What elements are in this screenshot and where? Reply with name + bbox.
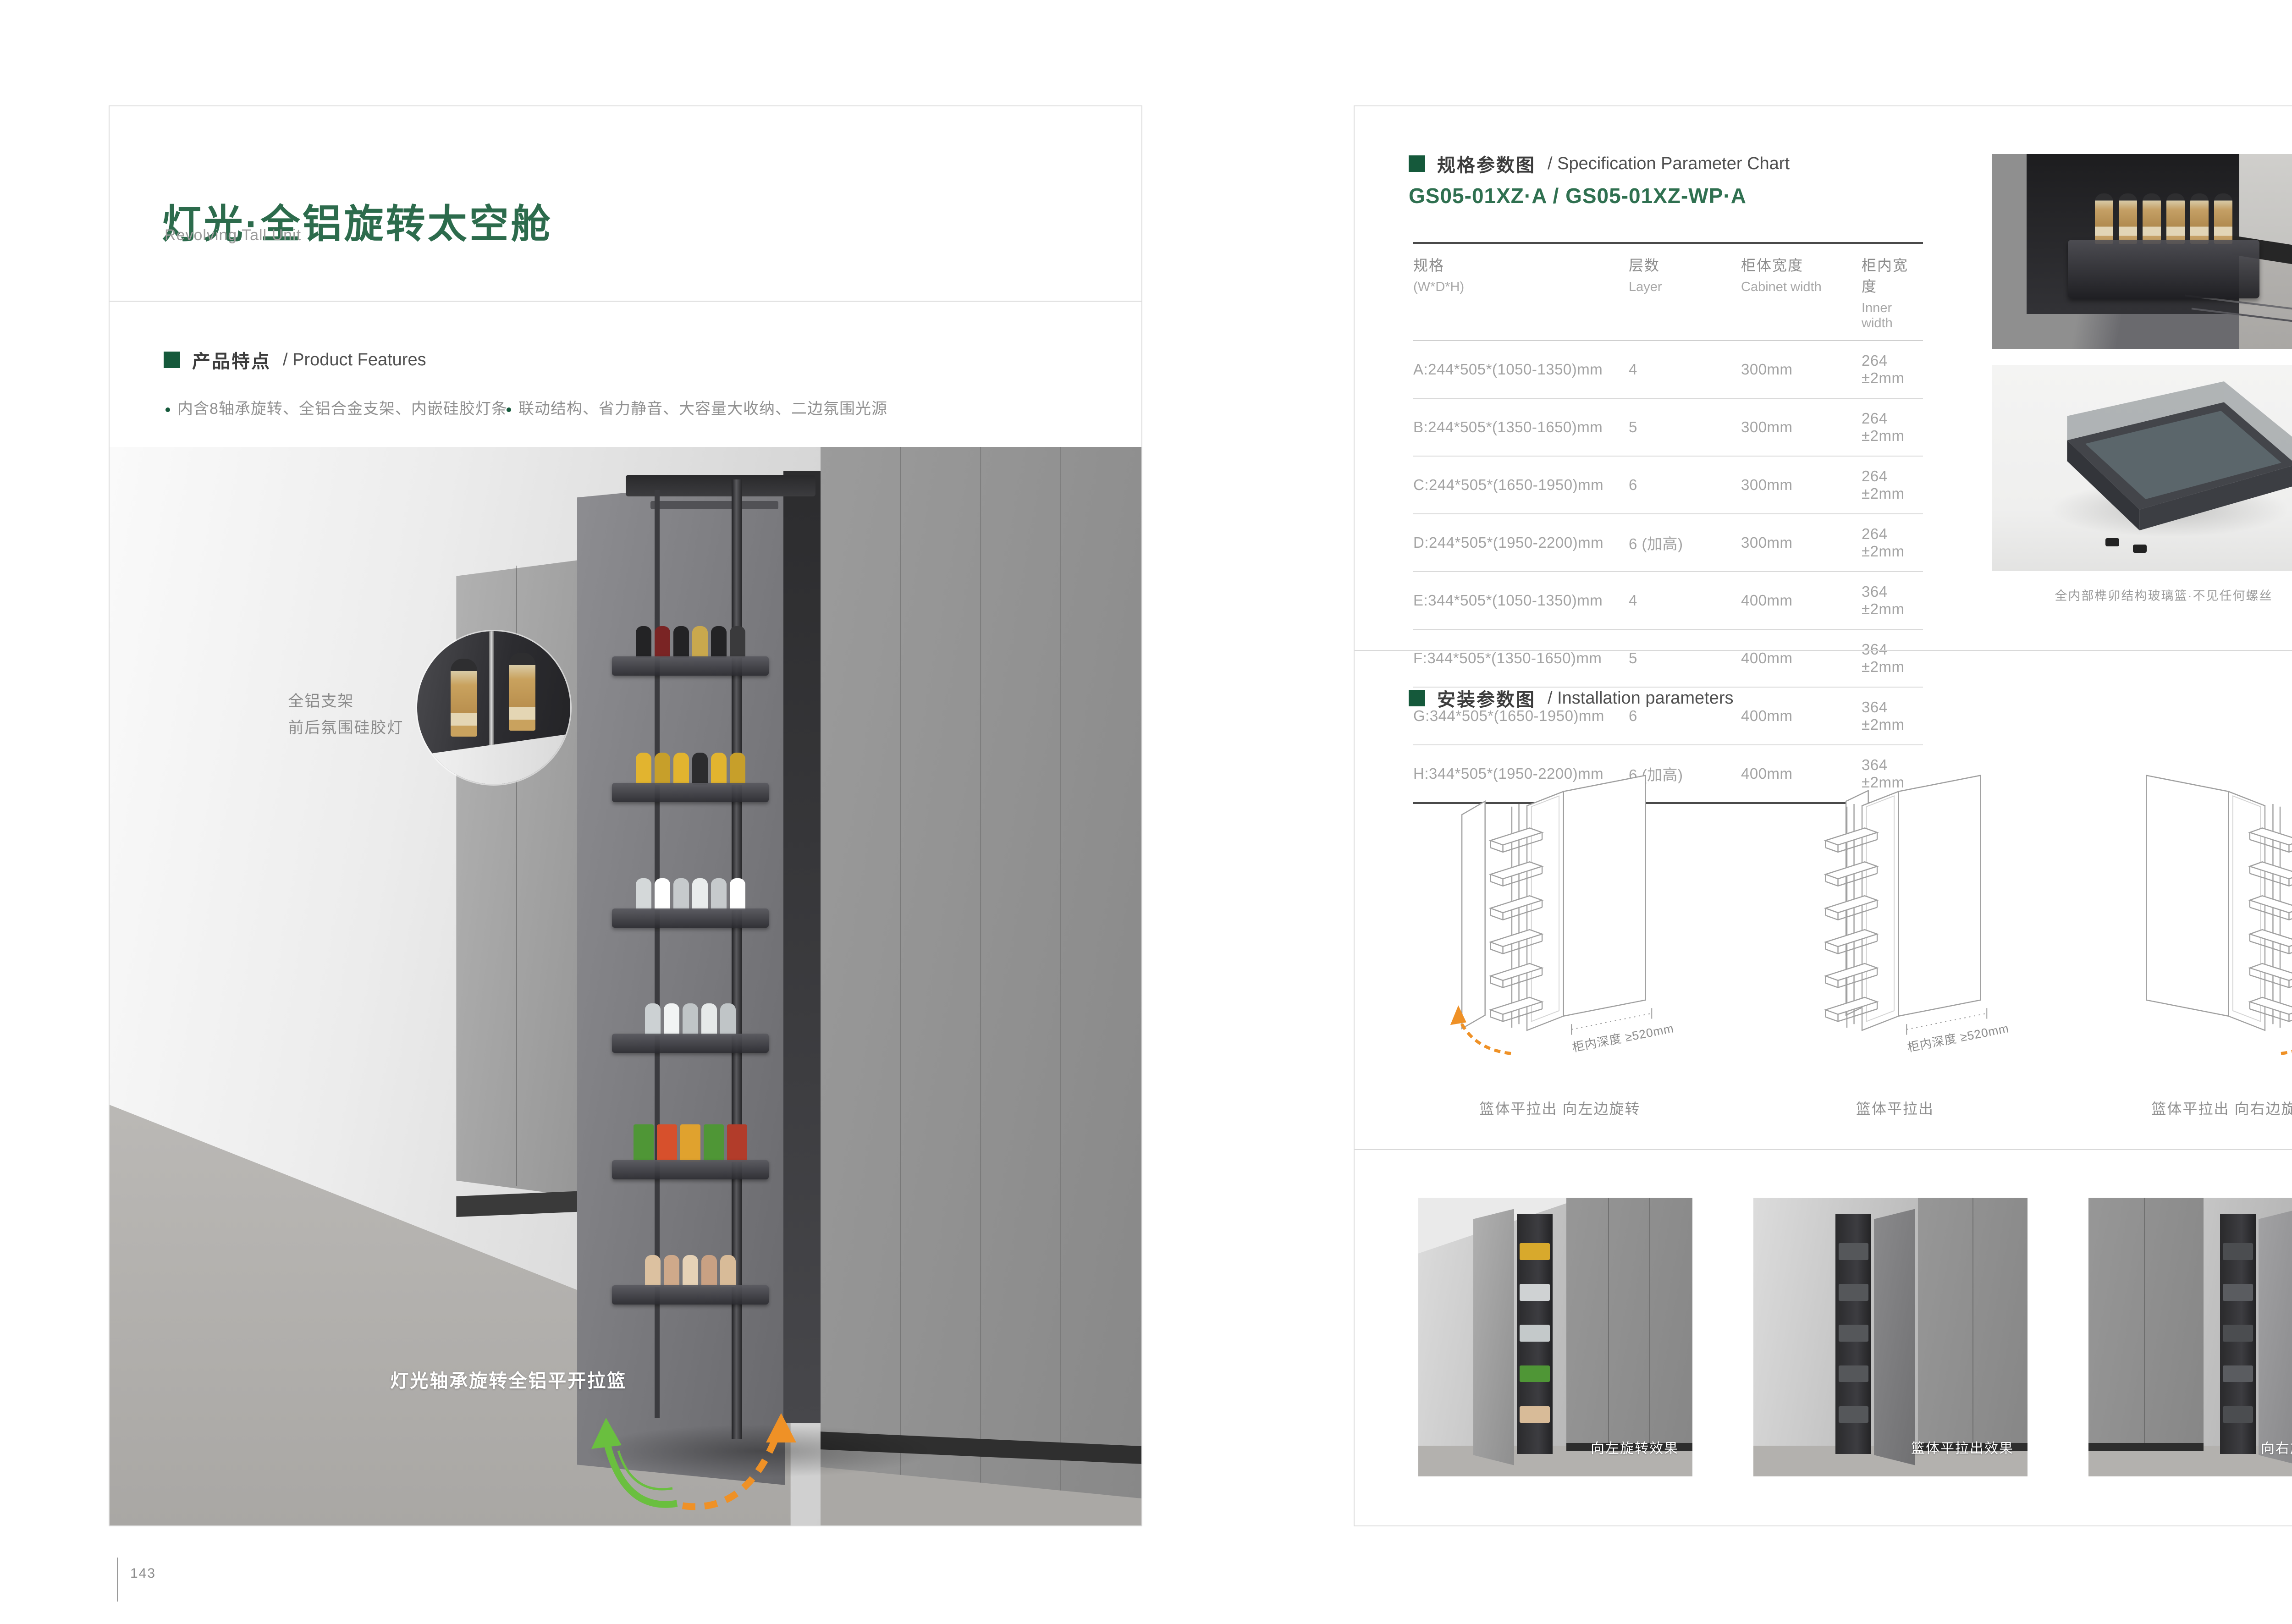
spec-cell: 6 (加高) [1629, 514, 1741, 572]
spec-cell: 300mm [1741, 514, 1862, 572]
spec-cell: E:344*505*(1050-1350)mm [1413, 572, 1629, 629]
spec-cell: F:344*505*(1350-1650)mm [1413, 629, 1629, 687]
spec-cell: 264 ±2mm [1862, 341, 1923, 398]
detail-photo-caption: 全内部榫卯结构玻璃篮·不见任何螺丝 [1992, 586, 2292, 604]
rotation-arrows [110, 447, 1141, 1525]
install-diagram-left: 柜内深度 ≥520mm [1441, 739, 1679, 1060]
page-subtitle: Revolving Tall Unit [165, 226, 301, 244]
spec-cell: 300mm [1741, 341, 1862, 398]
install-heading: 安装参数图 / Installation parameters [1409, 685, 1734, 711]
tray-detail-photo [1992, 365, 2292, 571]
bottles-row [2068, 182, 2260, 244]
spec-row: C:244*505*(1650-1950)mm6300mm264 ±2mm [1413, 456, 1923, 514]
spec-row: D:244*505*(1950-2200)mm6 (加高)300mm264 ±2… [1413, 514, 1923, 572]
spec-header-cell: 柜体宽度Cabinet width [1741, 243, 1862, 341]
spec-heading: 规格参数图 / Specification Parameter Chart [1409, 150, 1790, 177]
page-number-bar [117, 1558, 118, 1602]
spec-cell: 300mm [1741, 398, 1862, 456]
features-heading-en: / Product Features [283, 350, 426, 370]
catalog-spread: 灯光·全铝旋转太空舱 Revolving Tall Unit 产品特点 / Pr… [0, 0, 2292, 1624]
spec-cell: 364 ±2mm [1862, 687, 1923, 745]
left-page-card: 灯光·全铝旋转太空舱 Revolving Tall Unit 产品特点 / Pr… [109, 105, 1142, 1526]
spec-cell: 264 ±2mm [1862, 398, 1923, 456]
effect-photo-center: 篮体平拉出效果 [1753, 1198, 2028, 1476]
spec-cell: 264 ±2mm [1862, 514, 1923, 572]
spec-cell: 400mm [1741, 629, 1862, 687]
spec-cell: 264 ±2mm [1862, 456, 1923, 514]
spec-cell: 400mm [1741, 572, 1862, 629]
spec-header-cell: 柜内宽度Inner width [1862, 243, 1923, 341]
feature-item: 联动结构、省力静音、大容量大收纳、二边氛围光源 [507, 396, 887, 418]
spec-cell: 6 [1629, 456, 1741, 514]
spec-cell: 300mm [1741, 456, 1862, 514]
spec-cell: B:244*505*(1350-1650)mm [1413, 398, 1629, 456]
features-heading: 产品特点 / Product Features [164, 347, 426, 373]
green-square-icon [164, 352, 180, 368]
diagram-caption: 篮体平拉出 向左边旋转 [1441, 1097, 1679, 1118]
bullet-dot-icon [507, 407, 511, 412]
features-heading-zh: 产品特点 [192, 347, 271, 373]
spec-cell: C:244*505*(1650-1950)mm [1413, 456, 1629, 514]
clip-part-icon [2105, 538, 2119, 546]
spec-cell: 400mm [1741, 687, 1862, 745]
spec-header-cell: 规格(W*D*H) [1413, 243, 1629, 341]
green-square-icon [1409, 690, 1425, 706]
diagram-caption: 篮体平拉出 [1776, 1097, 2014, 1118]
spec-header-cell: 层数Layer [1629, 243, 1741, 341]
spec-row: F:344*505*(1350-1650)mm5400mm364 ±2mm [1413, 629, 1923, 687]
install-diagram-center: 柜内深度 ≥520mm [1776, 739, 2014, 1060]
main-product-photo: 全铝支架 前后氛围硅胶灯 灯光轴承旋转全铝平开拉篮 [110, 447, 1141, 1525]
right-page-card: 规格参数图 / Specification Parameter Chart GS… [1354, 105, 2292, 1526]
basket-detail-photo [1992, 154, 2292, 349]
effect-caption: 篮体平拉出效果 [1911, 1437, 2014, 1457]
spec-cell: 4 [1629, 572, 1741, 629]
spec-header-row: 规格(W*D*H)层数Layer柜体宽度Cabinet width柜内宽度Inn… [1413, 243, 1923, 341]
spec-cell: 4 [1629, 341, 1741, 398]
install-diagram-right [2113, 739, 2292, 1060]
spec-table-body: A:244*505*(1050-1350)mm4300mm264 ±2mmB:2… [1413, 341, 1923, 803]
feature-item: 内含8轴承旋转、全铝合金支架、内嵌硅胶灯条 [165, 396, 507, 418]
effect-caption: 向右旋转效果 [2261, 1437, 2292, 1457]
effect-caption: 向左旋转效果 [1591, 1437, 1679, 1457]
spec-row: B:244*505*(1350-1650)mm5300mm264 ±2mm [1413, 398, 1923, 456]
diagram-caption: 篮体平拉出 向右边旋转 [2113, 1097, 2292, 1118]
model-numbers: GS05-01XZ·A / GS05-01XZ-WP·A [1409, 183, 1747, 208]
page-number-left: 143 [130, 1566, 156, 1581]
spec-cell: 364 ±2mm [1862, 629, 1923, 687]
section-divider [1355, 650, 2292, 651]
spec-row: A:244*505*(1050-1350)mm4300mm264 ±2mm [1413, 341, 1923, 398]
spec-cell: A:244*505*(1050-1350)mm [1413, 341, 1629, 398]
spec-row: E:344*505*(1050-1350)mm4400mm364 ±2mm [1413, 572, 1923, 629]
effect-photo-left: 向左旋转效果 [1418, 1198, 1692, 1476]
spec-cell: 364 ±2mm [1862, 572, 1923, 629]
effect-photo-right: 向右旋转效果 [2088, 1198, 2292, 1476]
title-divider [110, 301, 1141, 302]
spec-cell: 5 [1629, 398, 1741, 456]
bullet-dot-icon [165, 407, 170, 412]
section-divider [1355, 1149, 2292, 1150]
spec-cell: D:244*505*(1950-2200)mm [1413, 514, 1629, 572]
spec-table: 规格(W*D*H)层数Layer柜体宽度Cabinet width柜内宽度Inn… [1413, 242, 1923, 804]
glass-basket [2068, 240, 2260, 298]
spec-cell: 5 [1629, 629, 1741, 687]
glass-tray [2013, 381, 2292, 555]
clip-part-icon [2133, 545, 2147, 553]
green-square-icon [1409, 155, 1425, 172]
